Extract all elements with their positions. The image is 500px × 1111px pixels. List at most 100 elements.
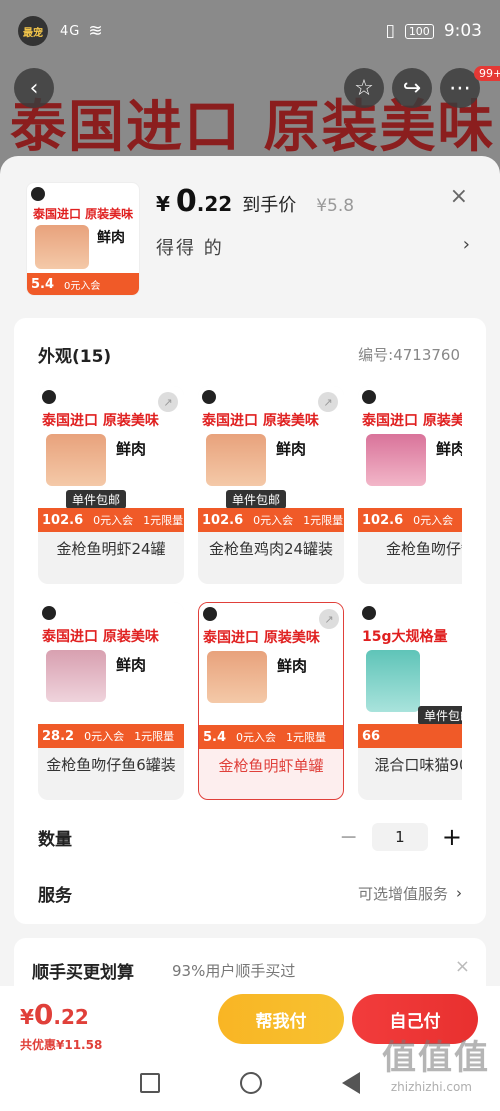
thumb-price: 5.4 [31,276,55,292]
appearance-title: 外观(15) [38,347,112,367]
clock: 9:03 [443,21,482,41]
expand-icon[interactable]: ↗ [158,392,178,412]
product-thumbnail[interactable]: 泰国进口 原装美味 鲜肉 5.4 0元入会 [26,182,140,296]
variant-option[interactable]: 泰国进口 原装美味 鲜肉 102.60元入会1元限量 金枪鱼吻仔罐 [358,386,462,584]
can-image [46,650,106,702]
variant-price: 102.6 [202,512,244,528]
variant-option[interactable]: ↗ 泰国进口 原装美味 鲜肉 单件包邮 102.6 0元入会 1元限量 金枪鱼明虾2… [38,386,184,584]
variant-label: 金枪鱼明虾24罐 [56,540,166,558]
chevron-right-icon[interactable]: › [456,884,462,902]
total-saving: 共优惠¥11.58 [20,1038,103,1052]
variant-label: 混合口味猫900g [374,756,462,774]
background-page: 最宠 4G ≋ ▯ 100 9:03 泰国进口 原装美味 ‹ ☆ ↪ ⋯ 99+ [0,0,500,170]
close-icon[interactable]: × [455,956,470,977]
watermark-url: zhizhizhi.com [390,1080,472,1094]
delivery-line[interactable]: 得得 的 [156,234,224,260]
final-price-currency: ¥ [20,1005,34,1029]
quantity-stepper: − 1 + [339,823,462,851]
variant-pill: 单件包邮 [418,706,462,725]
help-pay-button[interactable]: 帮我付 [218,994,344,1044]
variant-image: 15g大规格量 单件包邮 66 [358,602,462,748]
variant-option-selected[interactable]: ↗ 泰国进口 原装美味 鲜肉 5.4 0元入会 1元限量 金枪鱼明虾单罐 [198,602,344,800]
service-row[interactable]: 服务 可选增值服务 › [38,878,462,908]
variant-price-bar: 66 [358,724,462,748]
plus-icon[interactable]: + [442,823,462,851]
quantity-input[interactable]: 1 [371,823,428,851]
thumb-fresh: 鲜肉 [97,230,125,246]
brand-icon [203,607,217,621]
minus-icon[interactable]: − [339,825,357,850]
variant-limit: 1元限量 [143,514,184,527]
variant-fresh: 鲜肉 [116,656,147,674]
sku-selector-sheet: 泰国进口 原装美味 鲜肉 5.4 0元入会 ¥ 0 .22 到手价 ¥5.8 ×… [0,156,500,986]
price-tag: 到手价 [242,195,297,216]
quantity-label: 数量 [38,829,72,850]
share-icon[interactable]: ↪ [392,68,432,108]
variant-image: ↗ 泰国进口 原装美味 鲜肉 5.4 0元入会 1元限量 [199,603,343,749]
variant-option[interactable]: 15g大规格量 单件包邮 66 混合口味猫900g [358,602,462,800]
variant-limit: 1元限量 [134,730,175,743]
expand-icon[interactable]: ↗ [318,392,338,412]
wifi-icon: ≋ [88,21,103,41]
final-price-integer: 0 [33,998,54,1031]
variant-grid: ↗ 泰国进口 原装美味 鲜肉 单件包邮 102.6 0元入会 1元限量 金枪鱼明虾2… [38,386,462,801]
variant-price: 102.6 [42,512,84,528]
signal-indicator: 4G [60,23,81,39]
recommend-subtitle: 93%用户顺手买过 [172,962,296,980]
brand-icon [42,390,56,404]
variant-fresh: 鲜肉 [436,440,462,458]
variant-label: 金枪鱼吻仔鱼6罐装 [46,756,176,774]
status-bar: 最宠 4G ≋ ▯ 100 9:03 [0,0,500,62]
watermark: 值值值 [382,1038,490,1078]
back-nav-icon[interactable] [342,1071,360,1094]
variant-limit: 1元限量 [303,514,344,527]
thumb-price-bar: 5.4 0元入会 [27,273,139,295]
variant-price: 5.4 [203,729,227,745]
price-currency: ¥ [156,192,170,216]
variant-headline: 泰国进口 原装美味 [202,413,319,429]
favorite-icon[interactable]: ☆ [344,68,384,108]
variant-price-bar: 28.2 0元入会 1元限量 [38,724,184,748]
options-card: 外观(15) 编号:4713760 ↗ 泰国进口 原装美味 鲜肉 单件包邮 10… [14,318,486,924]
vibrate-icon: ▯ [385,21,395,41]
thumb-member: 0元入会 [64,280,101,292]
brand-icon [42,606,56,620]
can-image [206,434,266,486]
variant-member: 0元入会 [93,514,134,527]
variant-limit: 1元限量 [286,731,327,744]
close-icon[interactable]: × [450,184,468,209]
service-value[interactable]: 可选增值服务 [358,883,448,904]
variant-price: 102.6 [362,512,404,528]
recents-icon[interactable] [140,1072,160,1093]
variant-option[interactable]: ↗ 泰国进口 原装美味 鲜肉 单件包邮 102.6 0元入会 1元限量 金枪鱼鸡肉2… [198,386,344,584]
can-image [366,434,426,486]
back-icon[interactable]: ‹ [14,68,54,108]
recommend-title: 顺手买更划算 [32,963,134,983]
variant-option[interactable]: 泰国进口 原装美味 鲜肉 28.2 0元入会 1元限量 金枪鱼吻仔鱼6罐装 [38,602,184,800]
final-price: ¥0.22 [20,998,89,1031]
app-logo: 最宠 [18,16,48,46]
variant-label: 金枪鱼鸡肉24罐装 [208,540,334,558]
can-image [207,651,267,703]
service-label: 服务 [38,885,72,906]
chevron-right-icon[interactable]: › [463,234,470,255]
variant-fresh: 鲜肉 [116,440,147,458]
variant-fresh: 鲜肉 [277,657,308,675]
can-image [35,225,89,269]
variant-price: 28.2 [42,728,75,744]
variant-pill: 单件包邮 [226,490,287,509]
variant-label: 金枪鱼吻仔罐 [385,540,462,558]
home-icon[interactable] [240,1071,262,1094]
expand-icon[interactable]: ↗ [319,609,339,629]
message-badge: 99+ [474,66,500,81]
variant-image: 泰国进口 原装美味 鲜肉 102.60元入会1元限量 [358,386,462,532]
variant-member: 0元入会 [413,514,454,527]
price-integer: 0 [175,184,197,219]
variant-headline: 泰国进口 原装美味 [362,413,462,429]
variant-headline: 泰国进口 原装美味 [42,413,159,429]
brand-icon [362,606,376,620]
can-image [366,650,420,712]
quantity-row: 数量 − 1 + [38,822,462,852]
variant-fresh: 鲜肉 [276,440,307,458]
variant-headline: 泰国进口 原装美味 [42,629,159,645]
